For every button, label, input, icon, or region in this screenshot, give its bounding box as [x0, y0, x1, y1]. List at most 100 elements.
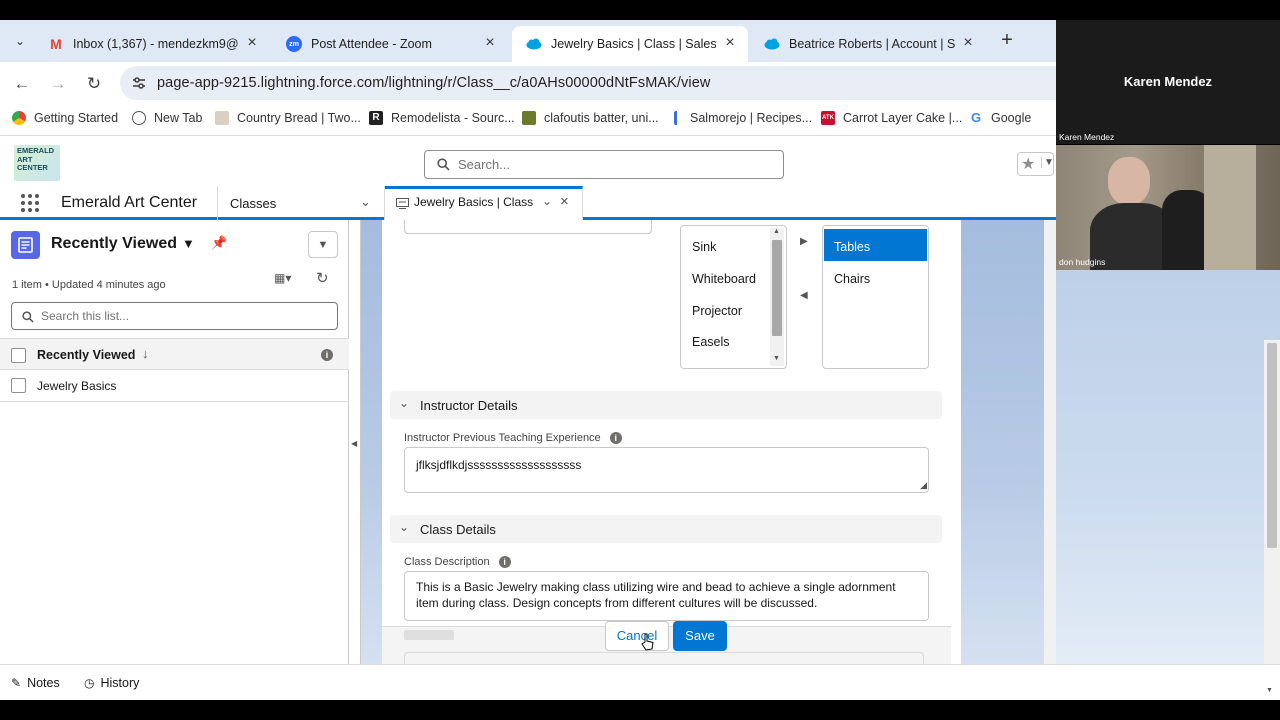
list-header-row: Recently Viewed ↓ i — [0, 338, 349, 370]
site-settings-icon[interactable] — [130, 74, 148, 92]
list-view-dropdown-icon[interactable]: ▼ — [182, 236, 195, 251]
bookmark-carrot-cake[interactable]: ATK Carrot Layer Cake |... — [821, 111, 962, 125]
close-icon[interactable]: × — [244, 35, 260, 51]
list-view-controls-button[interactable]: ▼ — [308, 231, 338, 258]
close-icon[interactable]: × — [960, 35, 976, 51]
sort-arrow-icon[interactable]: ↓ — [142, 346, 149, 361]
list-view-panel: Recently Viewed ▼ 📌 ▼ 1 item • Updated 4… — [0, 220, 349, 664]
list-search-input[interactable]: Search this list... — [11, 302, 338, 330]
workspace-area: Recently Viewed ▼ 📌 ▼ 1 item • Updated 4… — [0, 220, 1056, 664]
collapse-arrow-icon[interactable]: ◀ — [351, 439, 357, 448]
history-utility[interactable]: ◷ History — [84, 676, 139, 690]
workspace-tab-label: Jewelry Basics | Class — [414, 195, 534, 209]
nav-item-classes[interactable]: Classes — [230, 196, 276, 211]
info-icon[interactable]: i — [609, 432, 622, 445]
chevron-down-icon[interactable]: ⌄ — [542, 194, 552, 208]
move-left-arrow-icon[interactable]: ◀ — [800, 290, 808, 301]
bookmark-google[interactable]: G Google — [969, 111, 1031, 126]
class-description-textarea[interactable]: This is a Basic Jewelry making class uti… — [404, 571, 929, 621]
refresh-icon[interactable]: ↻ — [316, 269, 329, 287]
scroll-up-arrow-icon[interactable]: ▲ — [773, 228, 780, 235]
bookmark-getting-started[interactable]: Getting Started — [12, 111, 118, 125]
section-instructor-details[interactable]: ⌄ Instructor Details — [390, 391, 942, 419]
tab-beatrice-roberts[interactable]: Beatrice Roberts | Account | Sal × — [750, 26, 986, 62]
select-all-checkbox[interactable] — [11, 348, 26, 363]
close-icon[interactable]: × — [722, 35, 738, 51]
zoom-host-tile: Karen Mendez Karen Mendez — [1056, 20, 1280, 144]
listbox-scrollbar[interactable]: ▲ ▼ — [770, 228, 784, 366]
bookmark-country-bread[interactable]: Country Bread | Two... — [215, 111, 361, 125]
forward-arrow-icon[interactable]: → — [46, 72, 70, 96]
back-arrow-icon[interactable]: ← — [10, 72, 34, 96]
row-link-jewelry-basics[interactable]: Jewelry Basics — [37, 379, 116, 393]
notes-utility[interactable]: ✎ Notes — [11, 676, 60, 690]
cancel-button[interactable]: Cancel — [605, 621, 669, 651]
tab-gmail[interactable]: M Inbox (1,367) - mendezkm9@g × — [34, 26, 270, 62]
column-header-recently-viewed[interactable]: Recently Viewed — [37, 348, 135, 362]
list-meta: 1 item • Updated 4 minutes ago — [12, 279, 166, 291]
search-icon — [22, 310, 34, 328]
global-search-input[interactable]: Search... — [424, 150, 784, 179]
new-tab-plus-icon[interactable]: + — [996, 29, 1018, 51]
section-class-details[interactable]: ⌄ Class Details — [390, 515, 942, 543]
chosen-options-listbox[interactable]: Tables Chairs — [822, 225, 929, 369]
background-page-strip — [1056, 270, 1280, 664]
workspace-tab-jewelry-basics[interactable]: Jewelry Basics | Class ⌄ × — [385, 186, 583, 220]
resize-grip-icon[interactable]: ◢ — [920, 480, 927, 491]
close-icon[interactable]: × — [482, 35, 498, 51]
favorites-button[interactable]: ★ ▼ — [1017, 152, 1054, 176]
row-checkbox[interactable] — [11, 378, 26, 393]
tab-label: Post Attendee - Zoom — [311, 37, 432, 51]
bookmark-new-tab[interactable]: New Tab — [132, 111, 202, 125]
address-bar[interactable]: page-app-9215.lightning.force.com/lightn… — [120, 66, 1056, 100]
pin-icon[interactable]: 📌 — [211, 235, 227, 251]
search-placeholder: Search... — [458, 157, 511, 172]
tab-zoom[interactable]: zm Post Attendee - Zoom × — [272, 26, 508, 62]
gmail-icon: M — [50, 36, 62, 52]
nav-item-chevron-down-icon[interactable]: ⌄ — [360, 194, 371, 210]
option-projector[interactable]: Projector — [692, 304, 742, 318]
tab-label: Jewelry Basics | Class | Salesforc — [551, 37, 717, 51]
scroll-down-arrow-icon[interactable]: ▼ — [1266, 687, 1273, 694]
browser-window: ⌄ M Inbox (1,367) - mendezkm9@g × zm Pos… — [0, 20, 1056, 664]
available-options-listbox[interactable]: Sink Whiteboard Projector Easels ▲ ▼ — [680, 225, 787, 369]
tab-label: Beatrice Roberts | Account | Sal — [789, 37, 955, 51]
option-tables[interactable]: Tables — [834, 240, 870, 254]
notes-icon: ✎ — [11, 676, 22, 690]
scroll-down-arrow-icon[interactable]: ▼ — [773, 355, 780, 362]
move-right-arrow-icon[interactable]: ▶ — [800, 236, 808, 247]
list-view-title[interactable]: Recently Viewed — [51, 235, 177, 253]
save-button[interactable]: Save — [673, 621, 727, 651]
bookmark-clafoutis[interactable]: clafoutis batter, uni... — [522, 111, 659, 125]
tab-search-chevron-icon[interactable]: ⌄ — [10, 31, 30, 51]
tab-jewelry-basics[interactable]: Jewelry Basics | Class | Salesforc × — [512, 26, 748, 62]
page-scrollbar[interactable] — [1264, 340, 1280, 664]
close-tab-icon[interactable]: × — [560, 193, 569, 210]
page-scrollbar[interactable] — [1044, 220, 1056, 664]
bookmark-remodelista[interactable]: R Remodelista - Sourc... — [369, 111, 515, 125]
panel-resize-handle[interactable]: ◀ — [349, 220, 361, 664]
app-launcher-icon[interactable] — [20, 193, 40, 213]
info-icon[interactable]: i — [498, 556, 511, 569]
bookmarks-bar: Getting Started New Tab Country Bread | … — [0, 104, 1056, 136]
section-title: Class Details — [420, 522, 496, 537]
class-description-label: Class Description i — [404, 556, 511, 569]
prior-field-input[interactable] — [404, 220, 652, 234]
scrollbar-thumb[interactable] — [1267, 343, 1277, 548]
history-clock-icon: ◷ — [84, 676, 95, 690]
teaching-experience-textarea[interactable]: jflksjdflkdjsssssssssssssssssss ◢ — [404, 447, 929, 493]
atk-icon: ATK — [821, 111, 835, 125]
scrollbar-thumb[interactable] — [772, 240, 782, 336]
reload-icon[interactable]: ↻ — [82, 72, 106, 96]
table-row[interactable]: Jewelry Basics — [0, 370, 349, 402]
chrome-icon — [12, 111, 26, 125]
option-sink[interactable]: Sink — [692, 240, 716, 254]
chevron-down-icon: ⌄ — [399, 520, 410, 534]
bookmark-salmorejo[interactable]: Salmorejo | Recipes... — [674, 111, 812, 125]
emerald-art-center-logo: EMERALD ART CENTER — [14, 145, 60, 181]
display-as-table-icon[interactable]: ▦▾ — [274, 271, 298, 289]
info-icon[interactable]: i — [321, 349, 333, 361]
option-chairs[interactable]: Chairs — [834, 272, 870, 286]
option-easels[interactable]: Easels — [692, 335, 730, 349]
option-whiteboard[interactable]: Whiteboard — [692, 272, 756, 286]
